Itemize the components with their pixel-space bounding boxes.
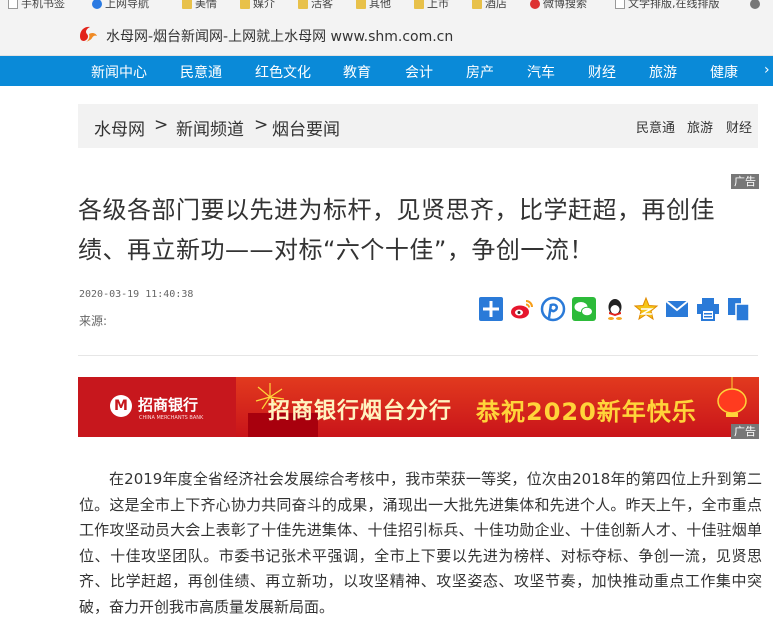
folder-icon <box>414 0 424 9</box>
folder-icon <box>240 0 250 9</box>
folder-icon <box>356 0 366 9</box>
breadcrumb: 水母网 > 新闻频道 > 烟台要闻 民意通 旅游 财经 <box>78 104 758 148</box>
bookmark-item[interactable] <box>750 0 760 9</box>
shm-logo-icon[interactable] <box>76 22 100 46</box>
nav-item-health[interactable]: 健康 <box>710 62 738 82</box>
cmb-logo-mark: M <box>114 398 128 414</box>
nav-item-travel[interactable]: 旅游 <box>649 62 677 82</box>
article-body: 在2019年度全省经济社会发展综合考核中，我市荣获一等奖，位次由2018年的第四… <box>79 470 762 616</box>
breadcrumb-separator: > <box>254 115 269 135</box>
main-nav: 新闻中心 民意通 红色文化 教育 会计 房产 汽车 财经 旅游 健康 › <box>0 56 773 86</box>
divider <box>78 355 758 356</box>
wechat-icon[interactable] <box>571 296 597 322</box>
banner-bank-name: 招商银行 <box>138 396 199 414</box>
nav-item-education[interactable]: 教育 <box>343 62 371 82</box>
bookmark-item[interactable]: 美情 <box>182 0 217 9</box>
breadcrumb-home[interactable]: 水母网 <box>94 115 145 140</box>
page-icon <box>8 0 18 9</box>
nav-item-real-estate[interactable]: 房产 <box>466 62 494 82</box>
nav-item-red-culture[interactable]: 红色文化 <box>255 62 311 82</box>
page-icon <box>615 0 625 9</box>
nav-item-finance[interactable]: 财经 <box>588 62 616 82</box>
profile-icon <box>750 0 760 9</box>
pinterest-icon[interactable] <box>540 296 566 322</box>
weibo-icon <box>530 0 540 9</box>
site-title[interactable]: 水母网-烟台新闻网-上网就上水母网 www.shm.com.cn <box>106 26 453 46</box>
browser-icon <box>92 0 102 9</box>
bookmark-item[interactable]: 其他 <box>356 0 391 9</box>
quick-link-minyitong[interactable]: 民意通 <box>636 117 675 136</box>
nav-more-icon[interactable]: › <box>764 62 770 78</box>
nav-item-news[interactable]: 新闻中心 <box>91 62 147 82</box>
qq-icon[interactable] <box>602 296 628 322</box>
bookmark-item[interactable]: 微博搜索 <box>530 0 587 9</box>
share-plus-icon[interactable] <box>478 296 504 322</box>
weibo-icon[interactable] <box>509 296 535 322</box>
bookmark-item[interactable]: 手机书签 <box>8 0 65 9</box>
email-icon[interactable] <box>664 296 690 322</box>
print-icon[interactable] <box>695 296 721 322</box>
qzone-icon[interactable] <box>633 296 659 322</box>
folder-icon <box>472 0 482 9</box>
cmb-banner-ad[interactable]: M 招商银行 CHINA MERCHANTS BANK 招商银行烟台分行 恭祝2… <box>78 377 759 437</box>
nav-item-auto[interactable]: 汽车 <box>527 62 555 82</box>
article-date: 2020-03-19 11:40:38 <box>79 289 194 300</box>
site-header: 水母网-烟台新闻网-上网就上水母网 www.shm.com.cn <box>0 12 773 56</box>
bookmark-item[interactable]: 上网导航 <box>92 0 149 9</box>
breadcrumb-separator: > <box>154 115 169 135</box>
banner-bank-name-en: CHINA MERCHANTS BANK <box>139 415 204 421</box>
article-source: 来源: <box>79 314 108 328</box>
breadcrumb-news-channel[interactable]: 新闻频道 <box>176 115 244 140</box>
banner-left-panel: M 招商银行 CHINA MERCHANTS BANK <box>78 377 236 437</box>
folder-icon <box>298 0 308 9</box>
quick-link-travel[interactable]: 旅游 <box>687 117 713 136</box>
breadcrumb-yantai-news[interactable]: 烟台要闻 <box>272 115 340 140</box>
copy-icon[interactable] <box>726 296 752 322</box>
ad-label: 广告 <box>731 174 759 189</box>
bookmark-item[interactable]: 酒店 <box>472 0 507 9</box>
article-title: 各级各部门要以先进为标杆，见贤思齐，比学赶超，再创佳绩、再立新功——对标“六个十… <box>78 196 715 264</box>
bookmark-item[interactable]: 媒介 <box>240 0 275 9</box>
folder-icon <box>182 0 192 9</box>
nav-item-accounting[interactable]: 会计 <box>405 62 433 82</box>
banner-text-greeting: 恭祝2020新年快乐 <box>476 398 697 426</box>
nav-item-minyitong[interactable]: 民意通 <box>180 62 222 82</box>
bookmark-item[interactable]: 上市 <box>414 0 449 9</box>
quick-link-finance[interactable]: 财经 <box>726 117 752 136</box>
bookmark-item[interactable]: 活客 <box>298 0 333 9</box>
bookmark-item[interactable]: 文学排版,在线排版 <box>615 0 720 9</box>
bookmarks-bar: 手机书签 上网导航 美情 媒介 活客 其他 上市 酒店 微博搜索 文学排版,在线… <box>0 0 773 12</box>
banner-text-branch: 招商银行烟台分行 <box>268 399 453 424</box>
share-bar <box>478 296 758 324</box>
banner-ad-label: 广告 <box>731 424 759 439</box>
